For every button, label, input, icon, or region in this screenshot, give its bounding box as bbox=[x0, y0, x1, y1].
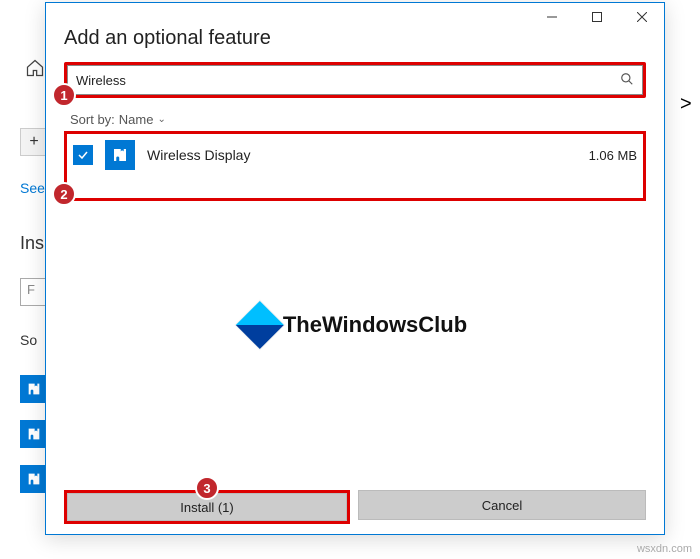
callout-badge-3: 3 bbox=[195, 476, 219, 500]
results-highlight: Wireless Display 1.06 MB 2 bbox=[64, 131, 646, 201]
feature-size: 1.06 MB bbox=[589, 148, 637, 163]
search-input[interactable] bbox=[76, 73, 620, 88]
image-credit: wsxdn.com bbox=[637, 543, 692, 555]
dialog-action-bar: Install (1) 3 Cancel bbox=[64, 490, 646, 524]
arrow-right-icon: > bbox=[680, 93, 692, 116]
cancel-button[interactable]: Cancel bbox=[358, 490, 646, 520]
watermark-logo-icon bbox=[236, 301, 284, 349]
chevron-down-icon: ⌄ bbox=[157, 114, 165, 125]
add-optional-feature-dialog: Add an optional feature 1 Sort by: Name … bbox=[45, 2, 665, 535]
feature-name: Wireless Display bbox=[147, 147, 577, 163]
feature-row[interactable]: Wireless Display 1.06 MB bbox=[67, 134, 643, 176]
feature-tile-bg bbox=[20, 465, 48, 493]
feature-tile-bg bbox=[20, 375, 48, 403]
add-feature-button-bg: + bbox=[20, 128, 48, 156]
sort-by-label: Sort by: bbox=[70, 112, 115, 127]
callout-badge-2: 2 bbox=[52, 182, 76, 206]
feature-tile-bg bbox=[20, 420, 48, 448]
sort-by-value: Name bbox=[119, 112, 154, 127]
maximize-button[interactable] bbox=[574, 3, 619, 31]
minimize-button[interactable] bbox=[529, 3, 574, 31]
watermark: TheWindowsClub bbox=[243, 308, 467, 342]
sort-label-bg: So bbox=[20, 332, 37, 348]
see-link-bg: See bbox=[20, 180, 45, 196]
search-icon[interactable] bbox=[620, 72, 634, 89]
callout-badge-1: 1 bbox=[52, 83, 76, 107]
feature-checkbox[interactable] bbox=[73, 145, 93, 165]
home-icon bbox=[25, 58, 45, 83]
close-button[interactable] bbox=[619, 3, 664, 31]
installed-heading-bg: Ins bbox=[20, 233, 44, 254]
puzzle-icon bbox=[105, 140, 135, 170]
watermark-text: TheWindowsClub bbox=[283, 312, 467, 338]
search-highlight: 1 bbox=[64, 62, 646, 98]
sort-by-control[interactable]: Sort by: Name ⌄ bbox=[70, 112, 646, 127]
